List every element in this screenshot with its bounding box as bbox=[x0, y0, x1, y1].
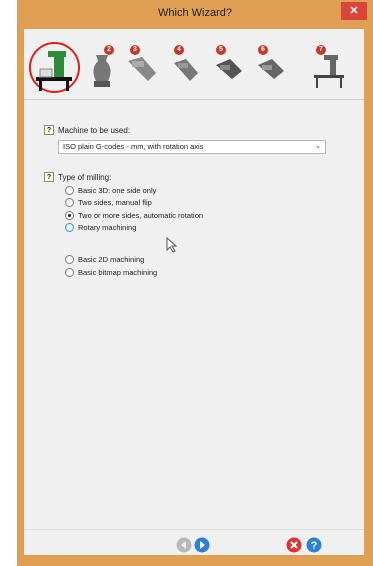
machine-select-value: ISO plain G-codes - mm, with rotation ax… bbox=[63, 142, 204, 151]
machine-help-icon[interactable]: ? bbox=[44, 125, 54, 135]
radio-label: Rotary machining bbox=[78, 223, 137, 232]
milling-help-icon[interactable]: ? bbox=[44, 172, 54, 182]
milling-label: Type of milling: bbox=[58, 173, 112, 182]
radio-button[interactable] bbox=[65, 223, 74, 232]
radio-label: Two sides, manual flip bbox=[78, 198, 152, 207]
close-button[interactable]: ✕ bbox=[341, 2, 367, 20]
milling-machine-icon bbox=[36, 51, 72, 91]
wizard-content: 2 3 4 5 6 7 ? Machine to be used: ISO pl… bbox=[24, 29, 364, 555]
title-bar: Which Wizard? ✕ bbox=[17, 0, 373, 28]
footer-divider bbox=[24, 529, 364, 530]
next-button[interactable] bbox=[194, 537, 210, 553]
step-2[interactable]: 2 bbox=[82, 37, 122, 93]
step-6[interactable]: 6 bbox=[250, 37, 290, 93]
vase-icon bbox=[93, 55, 111, 87]
wizard-steps: 2 3 4 5 6 7 bbox=[24, 29, 364, 100]
wizard-window: Which Wizard? ✕ 2 3 4 5 6 7 ? Machine to… bbox=[17, 0, 373, 566]
machine-icon bbox=[314, 55, 344, 88]
cancel-button[interactable] bbox=[286, 537, 302, 553]
mouse-cursor-icon bbox=[166, 237, 178, 253]
help-button[interactable]: ? bbox=[306, 537, 322, 553]
back-button[interactable] bbox=[176, 537, 192, 553]
svg-text:?: ? bbox=[311, 540, 318, 552]
radio-label: Basic bitmap machining bbox=[78, 268, 158, 277]
step-7[interactable]: 7 bbox=[310, 37, 350, 93]
radio-button[interactable] bbox=[65, 255, 74, 264]
step-3[interactable]: 3 bbox=[122, 37, 162, 93]
radio-label: Two or more sides, automatic rotation bbox=[78, 211, 204, 220]
chevron-down-icon: ⌄ bbox=[315, 143, 321, 150]
radio-button[interactable] bbox=[65, 268, 74, 277]
tool-icon bbox=[174, 59, 198, 81]
tool-icon bbox=[258, 59, 284, 79]
tool-icon bbox=[216, 59, 242, 79]
step-4[interactable]: 4 bbox=[166, 37, 206, 93]
machine-select[interactable]: ISO plain G-codes - mm, with rotation ax… bbox=[58, 140, 326, 154]
radio-button[interactable] bbox=[65, 186, 74, 195]
window-title: Which Wizard? bbox=[158, 7, 232, 19]
radio-label: Basic 3D: one side only bbox=[78, 186, 157, 195]
radio-label: Basic 2D machining bbox=[78, 255, 145, 264]
step-1[interactable] bbox=[34, 37, 74, 93]
radio-button[interactable] bbox=[65, 211, 74, 220]
tool-icon bbox=[128, 57, 156, 81]
machine-label: Machine to be used: bbox=[58, 126, 131, 135]
step-5[interactable]: 5 bbox=[208, 37, 248, 93]
radio-button[interactable] bbox=[65, 198, 74, 207]
